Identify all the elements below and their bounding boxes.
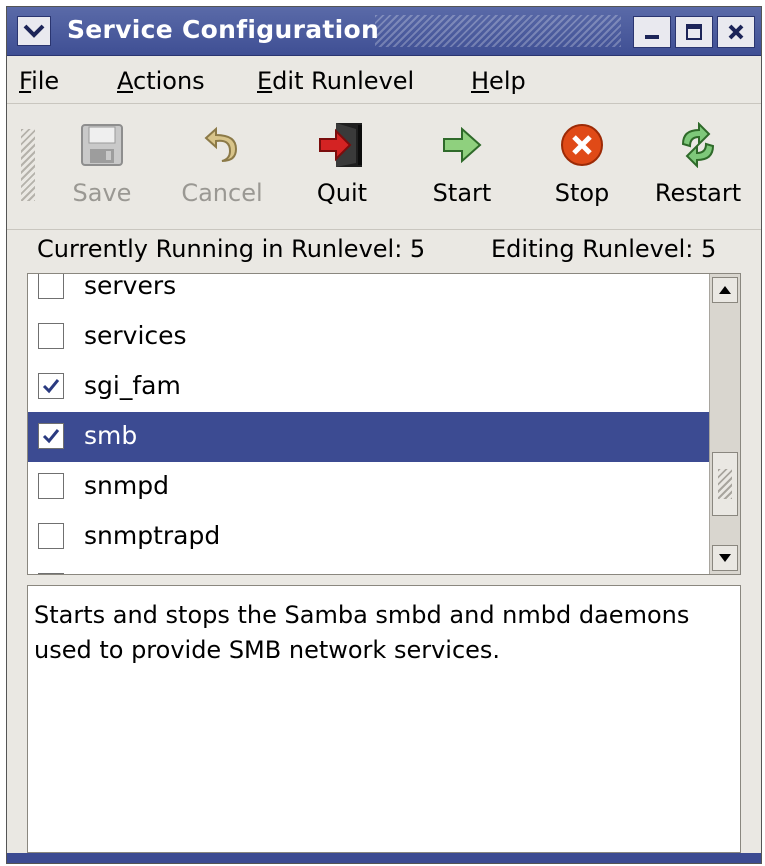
runlevel-status: Currently Running in Runlevel: 5 Editing…	[7, 231, 761, 271]
checkmark-icon	[42, 379, 60, 394]
service-checkbox[interactable]	[38, 473, 64, 499]
start-label: Start	[432, 179, 492, 207]
menu-help[interactable]: Help	[471, 67, 526, 95]
close-icon	[728, 24, 744, 40]
restart-button[interactable]: Restart	[643, 121, 753, 221]
current-runlevel-text: Currently Running in Runlevel: 5	[37, 235, 426, 263]
service-name: servers	[84, 273, 177, 300]
undo-arrow-icon	[198, 121, 246, 169]
arrow-down-icon	[719, 554, 731, 562]
list-item[interactable]: servers	[28, 273, 709, 312]
title-bar-texture	[375, 15, 621, 47]
checkmark-icon	[42, 429, 60, 444]
exit-door-icon	[318, 121, 366, 169]
start-button[interactable]: Start	[407, 121, 517, 221]
service-checkbox[interactable]	[38, 573, 64, 574]
toolbar: Save Cancel Quit Start Stop Restart	[7, 105, 761, 230]
close-button[interactable]	[717, 16, 755, 48]
list-item[interactable]: sgi_fam	[28, 362, 709, 412]
quit-label: Quit	[316, 179, 368, 207]
chevron-down-icon	[23, 24, 45, 38]
service-checkbox[interactable]	[38, 373, 64, 399]
service-name: snmpd	[84, 471, 169, 500]
restart-label: Restart	[654, 179, 742, 207]
service-checkbox[interactable]	[38, 523, 64, 549]
floppy-disk-icon	[78, 121, 126, 169]
green-arrow-icon	[438, 121, 486, 169]
cancel-label: Cancel	[181, 179, 263, 207]
service-name: sgi_fam	[84, 371, 181, 400]
minimize-button[interactable]	[633, 16, 671, 48]
list-item[interactable]: snmptrapd	[28, 512, 709, 562]
quit-button[interactable]: Quit	[287, 121, 397, 221]
service-checkbox[interactable]	[38, 423, 64, 449]
service-checkbox[interactable]	[38, 274, 64, 299]
scroll-down-button[interactable]	[712, 545, 738, 571]
menu-bar: File Actions Edit Runlevel Help	[7, 55, 761, 104]
service-description: Starts and stops the Samba smbd and nmbd…	[27, 585, 741, 853]
service-name: snmptrapd	[84, 521, 221, 550]
stop-button[interactable]: Stop	[527, 121, 637, 221]
cycle-arrows-icon	[674, 121, 722, 169]
red-stop-icon	[558, 121, 606, 169]
maximize-button[interactable]	[675, 16, 713, 48]
service-configuration-window: Service Configuration File Actions Edit	[6, 6, 762, 864]
title-bar[interactable]: Service Configuration	[7, 7, 761, 56]
service-name: smb	[84, 421, 138, 450]
list-scrollbar[interactable]	[709, 274, 740, 574]
menu-file[interactable]: File	[19, 67, 59, 95]
arrow-up-icon	[719, 286, 731, 294]
minimize-icon	[645, 35, 659, 39]
list-item-partial[interactable]	[28, 562, 709, 574]
service-list[interactable]: servers services sgi_fam smb snmpd snmpt…	[27, 273, 741, 575]
cancel-button[interactable]: Cancel	[167, 121, 277, 221]
save-button[interactable]: Save	[47, 121, 157, 221]
scroll-thumb[interactable]	[712, 452, 738, 516]
save-label: Save	[72, 179, 132, 207]
window-title: Service Configuration	[67, 15, 380, 44]
list-item[interactable]: snmpd	[28, 462, 709, 512]
stop-label: Stop	[554, 179, 610, 207]
list-item-selected[interactable]: smb	[28, 412, 709, 462]
service-name: services	[84, 321, 187, 350]
scroll-up-button[interactable]	[712, 277, 738, 303]
menu-edit-runlevel[interactable]: Edit Runlevel	[257, 67, 414, 95]
menu-actions[interactable]: Actions	[117, 67, 205, 95]
service-checkbox[interactable]	[38, 323, 64, 349]
list-item[interactable]: services	[28, 312, 709, 362]
toolbar-grip[interactable]	[21, 129, 35, 201]
window-menu-button[interactable]	[17, 16, 51, 46]
maximize-icon	[686, 24, 702, 40]
editing-runlevel-text: Editing Runlevel: 5	[491, 235, 717, 263]
window-bottom-border	[7, 853, 761, 863]
